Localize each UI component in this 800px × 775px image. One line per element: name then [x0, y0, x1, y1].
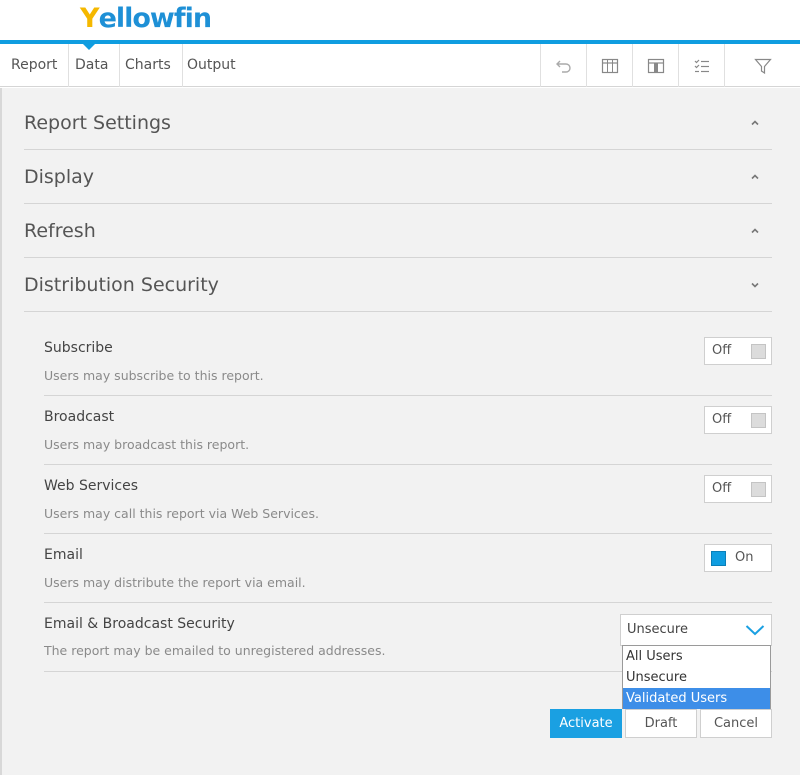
section-title: Refresh	[24, 220, 96, 242]
tab-charts[interactable]: Charts	[114, 44, 183, 87]
toggle-knob	[711, 551, 726, 566]
chevron-up-icon	[751, 228, 759, 234]
undo-button[interactable]	[540, 44, 586, 87]
chevron-up-icon	[751, 120, 759, 126]
chevron-up-icon	[751, 174, 759, 180]
setting-row-subscribe: Subscribe Users may subscribe to this re…	[44, 327, 772, 396]
tab-report[interactable]: Report	[0, 44, 70, 87]
email-security-dropdown: All Users Unsecure Validated Users	[622, 645, 771, 709]
toggle-state: Off	[712, 481, 732, 496]
cancel-button[interactable]: Cancel	[700, 709, 772, 738]
toggle-state: Off	[712, 412, 732, 427]
yellowfin-logo: Yellowfin	[80, 3, 213, 37]
setting-description: Users may subscribe to this report.	[44, 368, 264, 383]
setting-description: Users may distribute the report via emai…	[44, 575, 306, 590]
app-header: Yellowfin	[0, 0, 800, 40]
checklist-button[interactable]	[678, 44, 724, 87]
logo-letter: Y	[80, 3, 100, 34]
logo-text: ellowfin	[98, 3, 213, 34]
chevron-down-icon	[751, 282, 759, 288]
tab-output[interactable]: Output	[176, 44, 247, 87]
filter-icon	[753, 58, 772, 74]
email-security-select[interactable]: Unsecure	[620, 614, 772, 646]
section-title: Report Settings	[24, 112, 171, 134]
column-insert-icon	[647, 58, 664, 73]
section-report-settings[interactable]: Report Settings	[24, 96, 772, 150]
broadcast-toggle[interactable]: Off	[704, 406, 772, 434]
section-title: Display	[24, 166, 95, 188]
web-services-toggle[interactable]: Off	[704, 475, 772, 503]
active-tab-indicator	[83, 44, 95, 50]
setting-row-broadcast: Broadcast Users may broadcast this repor…	[44, 396, 772, 465]
toggle-state: On	[735, 550, 754, 565]
setting-description: Users may call this report via Web Servi…	[44, 506, 319, 521]
activate-button[interactable]: Activate	[550, 709, 622, 738]
toggle-knob	[751, 413, 766, 428]
section-title: Distribution Security	[24, 274, 219, 296]
setting-label: Email & Broadcast Security	[44, 616, 235, 632]
setting-label: Subscribe	[44, 340, 113, 356]
toggle-knob	[751, 344, 766, 359]
table-columns-icon	[601, 58, 618, 73]
setting-row-email: Email Users may distribute the report vi…	[44, 534, 772, 603]
filter-button[interactable]	[724, 44, 800, 87]
section-display[interactable]: Display	[24, 150, 772, 204]
report-menubar: Report Data Charts Output	[0, 44, 800, 87]
setting-label: Web Services	[44, 478, 139, 494]
setting-description: The report may be emailed to unregistere…	[44, 643, 386, 658]
setting-row-web-services: Web Services Users may call this report …	[44, 465, 772, 534]
toggle-state: Off	[712, 343, 732, 358]
column-insert-button[interactable]	[632, 44, 678, 87]
tab-data[interactable]: Data	[64, 44, 121, 87]
table-columns-button[interactable]	[586, 44, 632, 87]
dropdown-option-unsecure[interactable]: Unsecure	[623, 667, 770, 688]
section-distribution-security[interactable]: Distribution Security	[24, 258, 772, 312]
dropdown-option-all-users[interactable]: All Users	[623, 646, 770, 667]
subscribe-toggle[interactable]: Off	[704, 337, 772, 365]
select-value: Unsecure	[627, 622, 688, 637]
dropdown-option-validated-users[interactable]: Validated Users	[623, 688, 770, 709]
undo-icon	[555, 60, 571, 73]
report-settings-panel: Report Settings Display Refresh Distribu…	[0, 88, 800, 775]
section-refresh[interactable]: Refresh	[24, 204, 772, 258]
toggle-knob	[751, 482, 766, 497]
email-toggle[interactable]: On	[704, 544, 772, 572]
setting-label: Email	[44, 547, 83, 563]
draft-button[interactable]: Draft	[625, 709, 697, 738]
setting-description: Users may broadcast this report.	[44, 437, 250, 452]
chevron-down-icon	[745, 625, 765, 636]
setting-label: Broadcast	[44, 409, 115, 425]
checklist-icon	[694, 59, 709, 72]
